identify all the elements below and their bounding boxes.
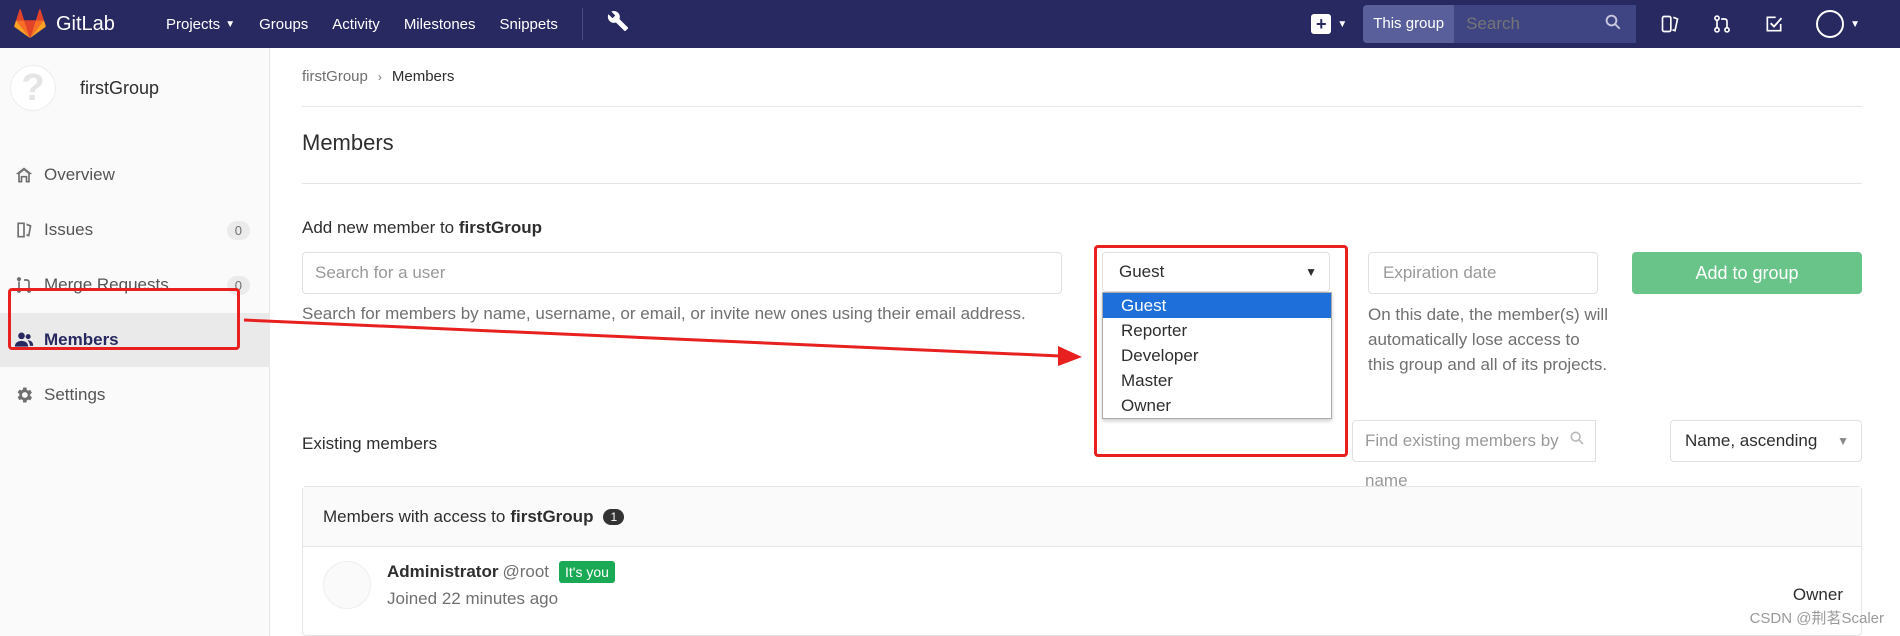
panel-header-group: firstGroup xyxy=(510,506,594,526)
group-avatar: ? xyxy=(10,65,56,111)
divider xyxy=(302,183,1862,184)
add-member-group-name: firstGroup xyxy=(458,218,542,237)
panel-header-prefix: Members with access to xyxy=(323,506,506,526)
nav-snippets-label: Snippets xyxy=(499,15,558,33)
nav-milestones[interactable]: Milestones xyxy=(404,16,476,33)
user-search-help: Search for members by name, username, or… xyxy=(302,304,1026,323)
sidebar-group-header[interactable]: ? firstGroup xyxy=(0,48,269,128)
search-box: This group xyxy=(1363,5,1637,43)
gear-icon xyxy=(17,387,32,403)
expiration-help: On this date, the member(s) will automat… xyxy=(1368,305,1608,374)
watermark: CSDN @荆茗Scaler xyxy=(1749,610,1884,627)
chevron-down-icon: ▼ xyxy=(1837,434,1849,448)
todos-nav-icon[interactable] xyxy=(1764,14,1784,34)
merge-request-nav-icon[interactable] xyxy=(1712,14,1732,34)
members-panel: Members with access to firstGroup 1 Admi… xyxy=(302,486,1862,636)
sidebar-item-label: Settings xyxy=(44,385,106,404)
nav-groups-label: Groups xyxy=(259,15,309,33)
nav-activity[interactable]: Activity xyxy=(332,16,380,33)
member-count-badge: 1 xyxy=(603,508,625,525)
breadcrumb-chevron-right-icon: › xyxy=(377,69,382,84)
nav-projects[interactable]: Projects ▼ xyxy=(166,16,235,33)
member-row: Administrator @root It's you Joined 22 m… xyxy=(303,547,1861,636)
avatar[interactable] xyxy=(323,561,371,609)
gitlab-tanuki-icon xyxy=(14,9,46,39)
search-icon xyxy=(1569,421,1585,461)
member-joined: Joined 22 minutes ago xyxy=(387,589,559,608)
annotation-highlight-members xyxy=(8,288,240,350)
sidebar-group-name: firstGroup xyxy=(80,77,160,98)
breadcrumb: firstGroup › Members xyxy=(302,68,454,85)
add-to-group-button[interactable]: Add to group xyxy=(1632,252,1862,294)
admin-wrench-icon[interactable] xyxy=(607,10,629,38)
home-icon xyxy=(15,167,33,183)
member-username: @root xyxy=(502,562,550,581)
nav-divider xyxy=(581,8,583,40)
find-members-input[interactable]: Find existing members by name xyxy=(1352,420,1596,490)
breadcrumb-current[interactable]: Members xyxy=(392,68,455,85)
top-navbar: GitLab Projects ▼ Groups Activity Milesto… xyxy=(0,0,1900,48)
chevron-down-icon: ▼ xyxy=(225,18,236,30)
page-title: Members xyxy=(302,130,394,155)
breadcrumb-group-link[interactable]: firstGroup xyxy=(302,68,368,85)
sort-select[interactable]: Name, ascending ▼ xyxy=(1670,420,1862,462)
chevron-down-icon: ▼ xyxy=(1337,18,1348,30)
sort-select-value: Name, ascending xyxy=(1685,431,1818,450)
search-icon xyxy=(1604,13,1622,36)
nav-snippets[interactable]: Snippets xyxy=(500,16,558,33)
its-you-badge: It's you xyxy=(559,561,615,583)
user-menu[interactable]: ▼ xyxy=(1816,10,1860,38)
search-scope-badge[interactable]: This group xyxy=(1363,5,1455,43)
chevron-down-icon: ▼ xyxy=(1850,18,1860,30)
members-panel-header: Members with access to firstGroup 1 xyxy=(303,487,1861,547)
member-identity: Administrator @root It's you xyxy=(387,561,615,583)
member-role: Owner xyxy=(1792,585,1843,604)
issues-count-badge: 0 xyxy=(226,220,250,240)
gitlab-logo[interactable]: GitLab xyxy=(14,9,144,39)
nav-links: Projects ▼ Groups Activity Milestones Sni… xyxy=(166,0,629,48)
existing-members-label: Existing members xyxy=(302,434,438,453)
nav-right: + ▼ This group ▼ xyxy=(1311,0,1900,48)
issues-nav-icon[interactable] xyxy=(1660,14,1680,34)
sidebar-item-label: Overview xyxy=(44,165,115,184)
plus-icon: + xyxy=(1311,14,1332,34)
nav-projects-label: Projects xyxy=(166,15,221,33)
add-member-label-prefix: Add new member to xyxy=(302,218,455,237)
find-members-placeholder: Find existing members by name xyxy=(1365,431,1559,490)
issues-icon xyxy=(17,222,32,238)
member-name[interactable]: Administrator xyxy=(387,562,498,582)
add-member-label: Add new member to firstGroup xyxy=(302,218,542,238)
sidebar-item-issues[interactable]: Issues 0 xyxy=(0,203,270,257)
nav-activity-label: Activity xyxy=(332,15,380,33)
sidebar-item-settings[interactable]: Settings xyxy=(0,368,270,422)
user-search-input[interactable]: Search for a user xyxy=(302,252,1062,294)
brand-name: GitLab xyxy=(56,12,115,35)
sidebar-item-label: Issues xyxy=(44,220,94,239)
new-dropdown-button[interactable]: + ▼ xyxy=(1311,14,1347,34)
nav-milestones-label: Milestones xyxy=(403,15,476,33)
user-avatar xyxy=(1816,10,1845,38)
annotation-highlight-role-dropdown xyxy=(1094,245,1348,457)
sidebar-item-overview[interactable]: Overview xyxy=(0,148,270,202)
expiration-date-input[interactable]: Expiration date xyxy=(1368,252,1598,294)
nav-groups[interactable]: Groups xyxy=(259,16,308,33)
divider xyxy=(302,106,1862,107)
